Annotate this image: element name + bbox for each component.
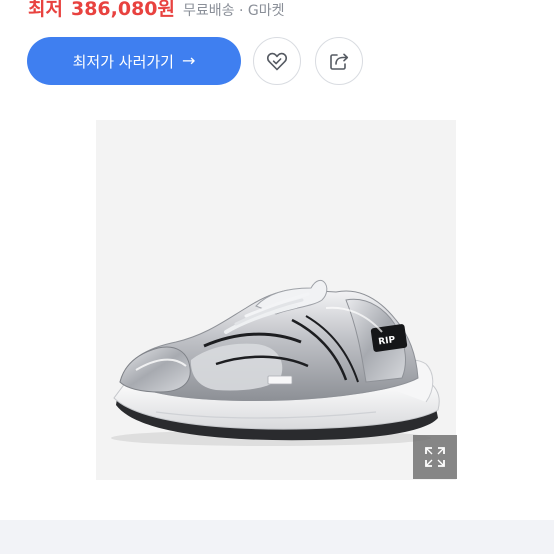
- expand-image-button[interactable]: [413, 435, 457, 479]
- expand-icon: [425, 447, 445, 467]
- shipping-store-info: 무료배송 · G마켓: [183, 3, 285, 19]
- share-icon: [330, 53, 349, 70]
- buy-lowest-price-button[interactable]: 최저가 사러가기 →: [27, 37, 241, 85]
- buy-button-label: 최저가 사러가기: [72, 52, 174, 71]
- share-button[interactable]: [315, 37, 363, 85]
- arrow-right-icon: →: [181, 51, 196, 70]
- price-row: 최저 386,080원 무료배송 · G마켓: [28, 0, 284, 22]
- price-value: 386,080원: [70, 0, 175, 20]
- bottom-section-divider: [0, 520, 554, 554]
- price-label: 최저: [28, 0, 63, 20]
- product-page: 최저 386,080원 무료배송 · G마켓 최저가 사러가기 → RIP: [0, 0, 554, 554]
- heart-check-icon: [266, 52, 288, 71]
- wishlist-button[interactable]: [253, 37, 301, 85]
- product-image[interactable]: RIP: [96, 120, 456, 480]
- sneaker-image: RIP: [111, 280, 440, 446]
